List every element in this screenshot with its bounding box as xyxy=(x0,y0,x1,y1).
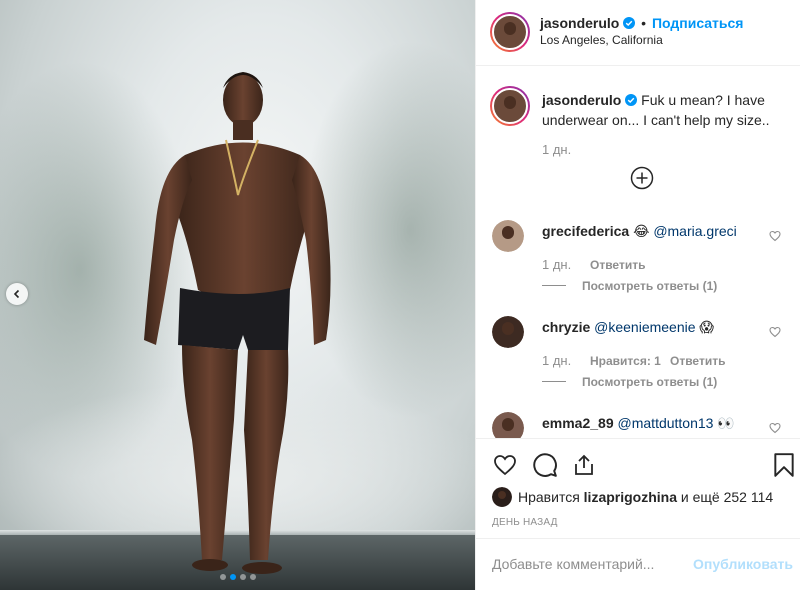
comment-input[interactable] xyxy=(492,554,692,574)
post-timestamp[interactable]: ДЕНЬ НАЗАД xyxy=(492,517,558,528)
comment-likes[interactable]: Нравится: 1 xyxy=(590,354,661,368)
comment-mention[interactable]: @keeniemeenie xyxy=(594,319,695,335)
comment-bubble-icon[interactable] xyxy=(532,452,558,478)
person-figure xyxy=(144,72,331,574)
comment-emoji: 😱 xyxy=(699,319,715,335)
comment: grecifederica 😂 @maria.greci xyxy=(542,223,737,240)
comment-username[interactable]: grecifederica xyxy=(542,223,629,239)
heart-icon[interactable] xyxy=(769,230,781,242)
post-caption: jasonderulo Fuk u mean? I have underwear… xyxy=(542,90,792,130)
likes-prefix: Нравится xyxy=(518,489,580,505)
carousel-previous-button[interactable] xyxy=(6,283,28,305)
liker-avatar[interactable] xyxy=(492,487,512,507)
view-replies-button[interactable]: Посмотреть ответы (1) xyxy=(582,279,717,293)
carousel-indicator xyxy=(0,574,475,580)
comment-mention[interactable]: @mattdutton13 xyxy=(618,415,714,431)
view-replies-button[interactable]: Посмотреть ответы (1) xyxy=(582,375,717,389)
caption-time: 1 дн. xyxy=(542,142,572,157)
carousel-dot xyxy=(249,574,256,580)
replies-line xyxy=(542,285,566,286)
comment-time: 1 дн. xyxy=(542,257,572,272)
post-location[interactable]: Los Angeles, California xyxy=(540,33,663,47)
reply-button[interactable]: Ответить xyxy=(670,354,725,368)
carousel-dot xyxy=(229,574,236,580)
comments-list[interactable]: jasonderulo Fuk u mean? I have underwear… xyxy=(476,67,800,438)
likes-summary: Нравится lizaprigozhina и ещё 252 114 xyxy=(518,489,773,505)
liker-username[interactable]: lizaprigozhina xyxy=(584,489,677,505)
commenter-avatar[interactable] xyxy=(492,412,524,438)
likes-count[interactable]: и ещё 252 114 xyxy=(681,489,773,505)
post-comment-button[interactable]: Опубликовать xyxy=(693,556,793,572)
chevron-left-icon xyxy=(13,289,20,299)
plus-circle-icon xyxy=(630,166,654,190)
like-heart-icon[interactable] xyxy=(492,453,518,477)
caption-author-avatar[interactable] xyxy=(490,86,530,126)
carousel-dot xyxy=(239,574,246,580)
post-photo[interactable] xyxy=(0,0,475,590)
verified-badge-icon xyxy=(625,94,638,106)
comment-time: 1 дн. xyxy=(542,353,572,368)
comment-mention[interactable]: @maria.greci xyxy=(653,223,736,239)
header-separator: • xyxy=(641,15,647,31)
add-comment-bar: Опубликовать xyxy=(476,538,800,590)
comment-emoji: 👀 xyxy=(717,415,735,431)
comment: emma2_89 @mattdutton13 👀 xyxy=(542,415,735,432)
commenter-avatar[interactable] xyxy=(492,220,524,252)
comment-username[interactable]: emma2_89 xyxy=(542,415,614,431)
comment-username[interactable]: chryzie xyxy=(542,319,590,335)
load-more-comments-button[interactable] xyxy=(630,166,654,193)
commenter-avatar[interactable] xyxy=(492,316,524,348)
author-username[interactable]: jasonderulo xyxy=(540,15,619,31)
comment-emoji: 😂 xyxy=(633,223,650,239)
caption-text-line1: Fuk u mean? I have xyxy=(641,92,765,108)
caption-text-line2: underwear on... I can't help my size.. xyxy=(542,112,770,128)
comment: chryzie @keeniemeenie 😱 xyxy=(542,319,714,336)
author-avatar[interactable] xyxy=(490,12,530,52)
caption-username[interactable]: jasonderulo xyxy=(542,92,621,108)
post-actions: Нравится lizaprigozhina и ещё 252 114 ДЕ… xyxy=(476,438,800,538)
verified-badge-icon xyxy=(623,17,636,29)
post-details-panel: jasonderulo • Подписаться Los Angeles, C… xyxy=(475,0,800,590)
save-bookmark-icon[interactable] xyxy=(773,452,795,478)
post-header: jasonderulo • Подписаться Los Angeles, C… xyxy=(476,0,800,66)
replies-line xyxy=(542,381,566,382)
follow-button[interactable]: Подписаться xyxy=(652,15,744,31)
reply-button[interactable]: Ответить xyxy=(590,258,645,272)
carousel-dot xyxy=(219,574,226,580)
heart-icon[interactable] xyxy=(769,326,781,338)
heart-icon[interactable] xyxy=(769,422,781,434)
share-icon[interactable] xyxy=(572,452,596,478)
